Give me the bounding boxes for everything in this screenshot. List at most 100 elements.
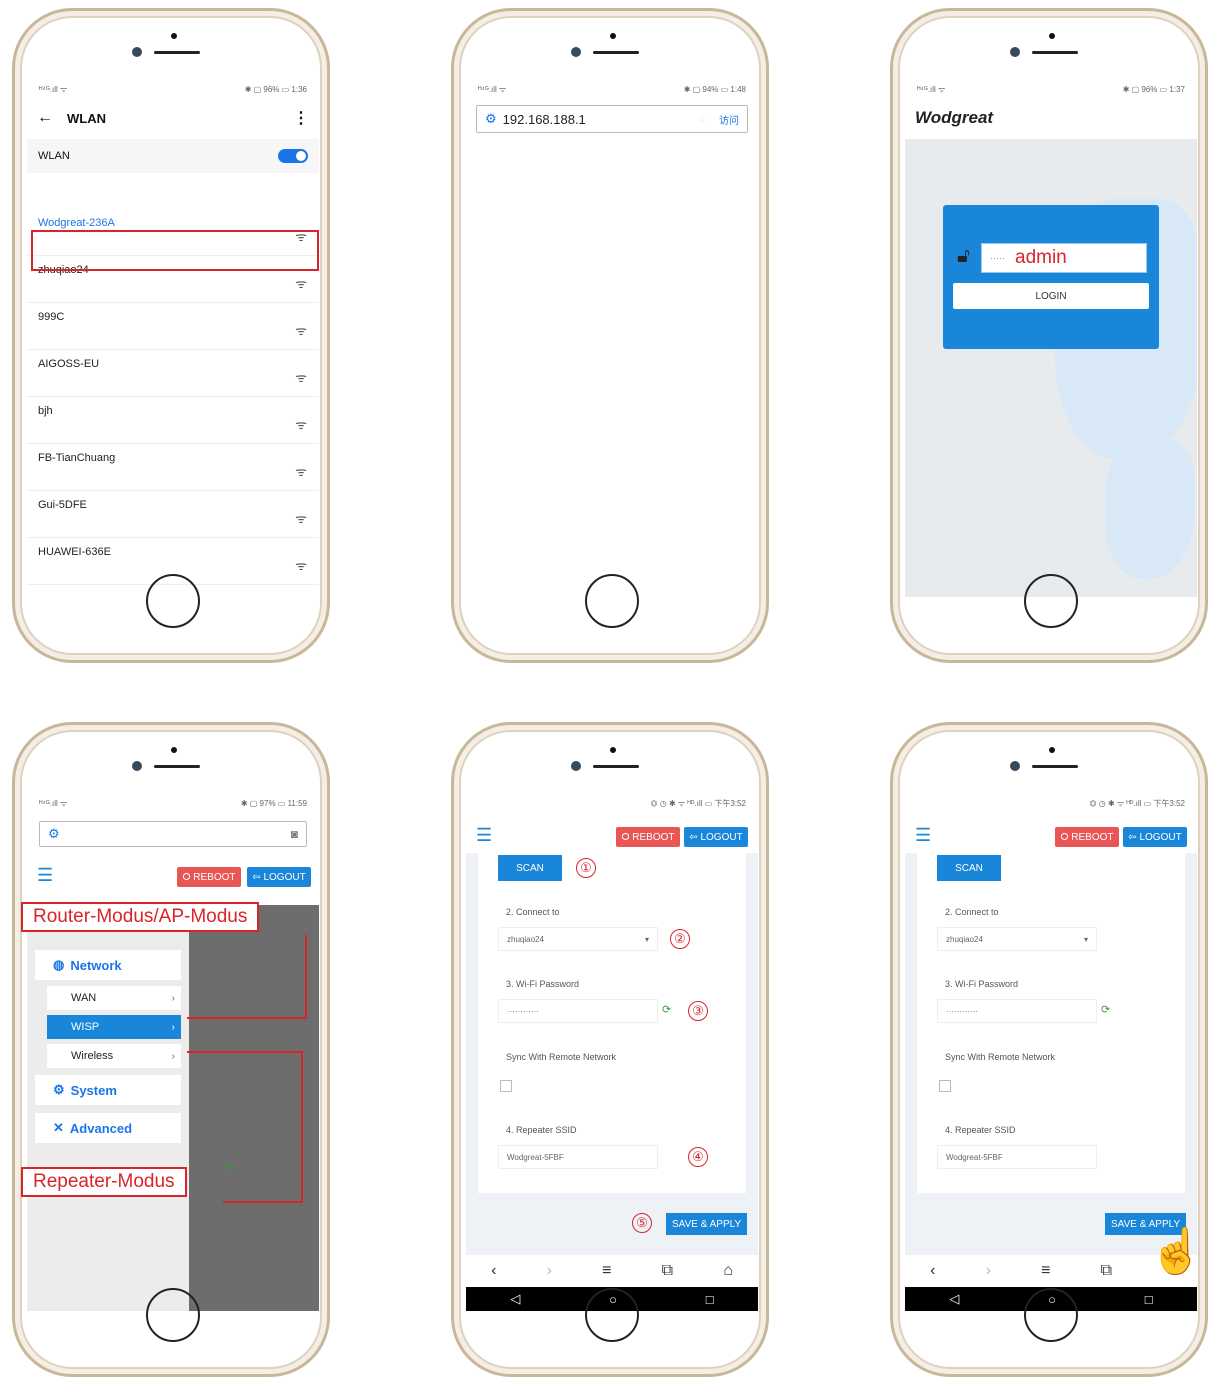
browser-screen: ᴴ⁴ᴳ.ıll ᯤ ✱ ▢ 94% ▭ 1:48 ⚙ 192.168.188.1… (466, 81, 758, 597)
wifi-password-input[interactable]: ············ (498, 999, 658, 1023)
reboot-button[interactable]: ⭘ REBOOT (616, 827, 680, 847)
wlan-toggle[interactable] (278, 149, 308, 163)
wifi-password-input[interactable]: ············ (937, 999, 1097, 1023)
logout-button[interactable]: ⇦ LOGOUT (247, 867, 311, 887)
password-input[interactable]: ····· admin (981, 243, 1147, 273)
recents-square-icon[interactable]: □ (706, 1292, 714, 1307)
more-menu-icon[interactable]: ⋮ (293, 108, 309, 128)
tabs-icon[interactable]: ⧉ (662, 1262, 673, 1280)
status-bar: ᴴ⁴ᴳ.ıll ᯤ ✱ ▢ 97% ▭ 11:59 (27, 795, 319, 811)
phone-menu: ᴴ⁴ᴳ.ıll ᯤ ✱ ▢ 97% ▭ 11:59 ⚙ ◙ ☰ ⭘ REBOOT… (12, 722, 330, 1377)
sidebar-item-label: WISP (71, 1021, 100, 1033)
network-select[interactable]: zhuqiao24 ▾ (498, 927, 658, 951)
network-item[interactable]: AIGOSS-EU ᯤ (27, 350, 319, 397)
wifi-icon: ᯤ (295, 464, 307, 479)
network-select-value: zhuqiao24 (946, 934, 983, 944)
sidebar-item-wisp[interactable]: WISP › (47, 1015, 181, 1039)
home-button[interactable] (585, 1288, 639, 1342)
menu-icon[interactable]: ≡ (602, 1262, 611, 1280)
sync-checkbox[interactable] (500, 1080, 512, 1092)
speaker (154, 51, 200, 54)
speaker (154, 765, 200, 768)
address-bar[interactable]: ⚙ 192.168.188.1 ◌ 访问 (476, 105, 748, 133)
reboot-button[interactable]: ⭘ REBOOT (1055, 827, 1119, 847)
status-bar: ᴴ⁴ᴳ.ıll ᯤ ✱ ▢ 96% ▭ 1:36 (27, 81, 319, 97)
save-apply-button[interactable]: SAVE & APPLY (666, 1213, 748, 1235)
forward-icon[interactable]: › (547, 1262, 552, 1280)
camera-icon[interactable]: ◙ (291, 827, 298, 841)
connect-label: 2. Connect to (945, 907, 999, 917)
network-item[interactable]: bjh ᯤ (27, 397, 319, 444)
back-triangle-icon[interactable]: ◁ (949, 1291, 959, 1307)
network-item[interactable]: 999C ᯤ (27, 303, 319, 350)
logout-button[interactable]: ⇦ LOGOUT (684, 827, 748, 847)
brand-title: Wodgreat (915, 108, 994, 127)
scan-button[interactable]: SCAN (498, 855, 562, 881)
refresh-icon[interactable]: ⟳ (1101, 1003, 1110, 1016)
home-button[interactable] (146, 574, 200, 628)
sidebar-item-label: Advanced (69, 1120, 133, 1136)
status-right: ✱ ▢ 97% ▭ 11:59 (240, 798, 307, 808)
wifi-icon: ᯤ (295, 511, 307, 526)
wifi-password-value: ············ (507, 1006, 539, 1016)
tabs-icon[interactable]: ⧉ (1101, 1262, 1112, 1280)
network-name: 999C (38, 311, 65, 323)
network-select-value: zhuqiao24 (507, 934, 544, 944)
repeater-ssid-input[interactable]: Wodgreat-5FBF (498, 1145, 658, 1169)
front-camera (1010, 761, 1020, 771)
sidebar-item-wan[interactable]: WAN › (47, 986, 181, 1010)
home-button[interactable] (1024, 574, 1078, 628)
wifi-icon: ᯤ (295, 323, 307, 338)
home-button[interactable] (146, 1288, 200, 1342)
visit-button[interactable]: 访问 (719, 112, 739, 127)
status-left: ᴴ⁴ᴳ.ıll ᯤ (478, 84, 507, 94)
home-button[interactable] (585, 574, 639, 628)
recents-square-icon[interactable]: □ (1145, 1292, 1153, 1307)
home-button[interactable] (1024, 1288, 1078, 1342)
repeater-ssid-input[interactable]: Wodgreat-5FBF (937, 1145, 1097, 1169)
phone-wlan: ᴴ⁴ᴳ.ıll ᯤ ✱ ▢ 96% ▭ 1:36 ← WLAN ⋮ WLAN W… (12, 8, 330, 663)
back-arrow-icon[interactable]: ← (37, 109, 53, 127)
wlan-toggle-row[interactable]: WLAN (27, 139, 319, 173)
network-item[interactable]: FB-TianChuang ᯤ (27, 444, 319, 491)
hamburger-menu-icon[interactable]: ☰ (915, 825, 931, 846)
home-icon[interactable]: ⌂ (723, 1262, 733, 1280)
hamburger-menu-icon[interactable]: ☰ (37, 865, 53, 886)
sidebar-item-system[interactable]: ⚙ System (35, 1075, 181, 1105)
sidebar-item-wireless[interactable]: Wireless › (47, 1044, 181, 1068)
network-select[interactable]: zhuqiao24 ▾ (937, 927, 1097, 951)
refresh-icon[interactable]: ⟳ (662, 1003, 671, 1016)
clear-icon[interactable]: ◌ (699, 114, 705, 125)
status-left: ᴴ⁴ᴳ.ıll ᯤ (39, 84, 68, 94)
content-overlay: ⟳ (189, 905, 319, 1311)
network-name: Gui-5DFE (38, 499, 87, 511)
ssid-label: 4. Repeater SSID (945, 1125, 1016, 1135)
wlan-screen: ᴴ⁴ᴳ.ıll ᯤ ✱ ▢ 96% ▭ 1:36 ← WLAN ⋮ WLAN W… (27, 81, 319, 597)
settings-icon: ⚙ (485, 111, 497, 126)
sync-checkbox[interactable] (939, 1080, 951, 1092)
hamburger-menu-icon[interactable]: ☰ (476, 825, 492, 846)
speaker (593, 51, 639, 54)
menu-icon[interactable]: ≡ (1041, 1262, 1050, 1280)
sensor (171, 747, 177, 753)
back-icon[interactable]: ‹ (930, 1262, 935, 1280)
globe-icon: ◍ (53, 957, 65, 972)
sidebar-item-network[interactable]: ◍ Network (35, 950, 181, 980)
sidebar-item-advanced[interactable]: ✕ Advanced (35, 1113, 181, 1143)
wifi-icon: ᯤ (295, 276, 307, 291)
front-camera (132, 47, 142, 57)
front-camera (132, 761, 142, 771)
forward-icon[interactable]: › (986, 1262, 991, 1280)
login-button[interactable]: LOGIN (953, 283, 1149, 309)
address-bar[interactable]: ⚙ ◙ (39, 821, 307, 847)
network-item[interactable]: Gui-5DFE ᯤ (27, 491, 319, 538)
speaker (1032, 51, 1078, 54)
url-input[interactable]: 192.168.188.1 (503, 112, 586, 127)
back-icon[interactable]: ‹ (491, 1262, 496, 1280)
back-triangle-icon[interactable]: ◁ (510, 1291, 520, 1307)
logout-button[interactable]: ⇦ LOGOUT (1123, 827, 1187, 847)
repeater-ssid-value: Wodgreat-5FBF (946, 1152, 1003, 1162)
scan-button[interactable]: SCAN (937, 855, 1001, 881)
reboot-button[interactable]: ⭘ REBOOT (177, 867, 241, 887)
phone-login: ᴴ⁴ᴳ.ıll ᯤ ✱ ▢ 96% ▭ 1:37 Wodgreat 🔓︎ ···… (890, 8, 1208, 663)
